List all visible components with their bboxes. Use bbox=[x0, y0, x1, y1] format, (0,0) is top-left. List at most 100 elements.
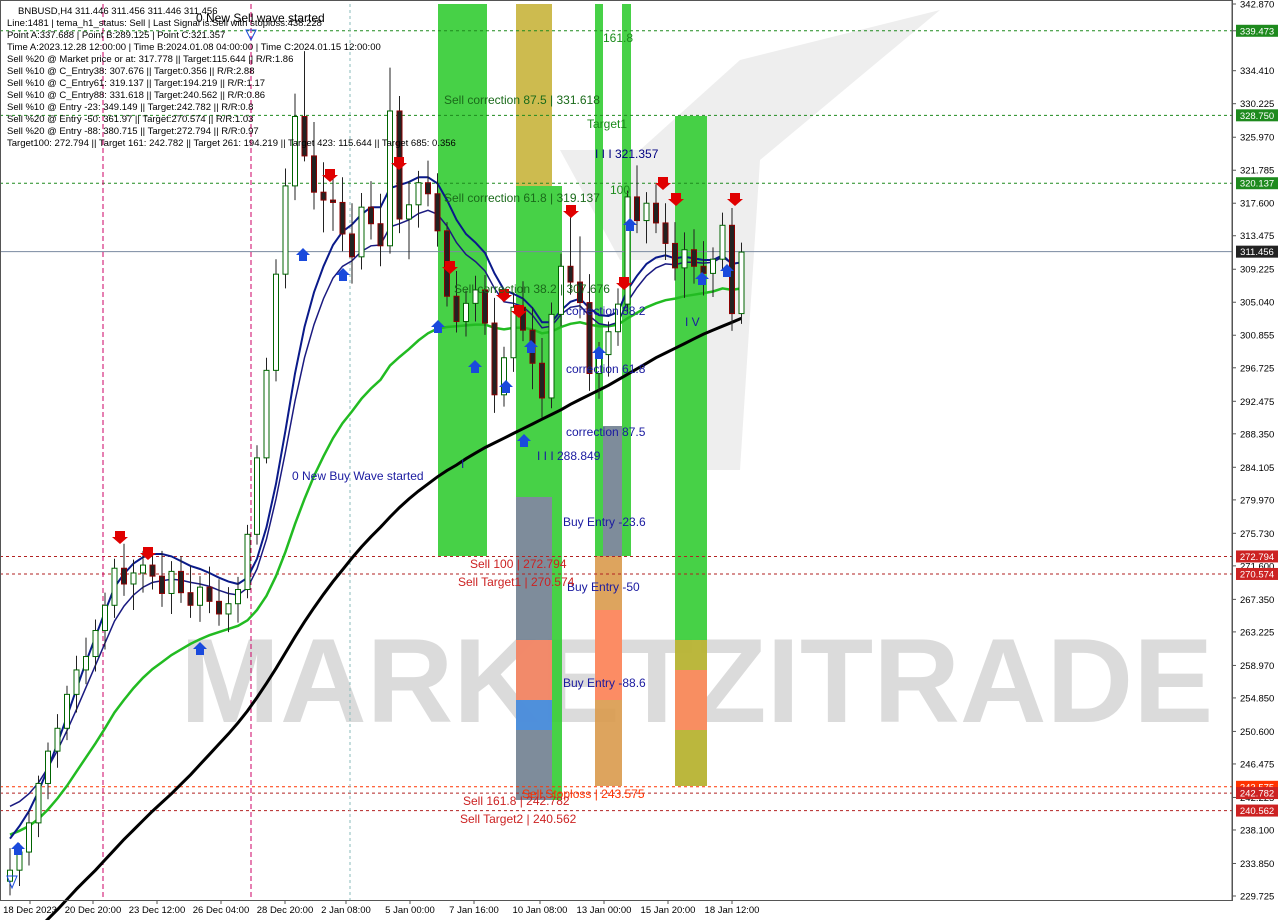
y-tick-label: 254.850 bbox=[1240, 693, 1274, 704]
candle-down bbox=[149, 564, 156, 577]
info-line: Target100: 272.794 || Target 161: 242.78… bbox=[7, 138, 456, 149]
annotation-label: correction 61.8 bbox=[566, 362, 646, 376]
candle-up bbox=[605, 331, 612, 356]
price-tag-label: 272.794 bbox=[1240, 552, 1274, 563]
candle-up bbox=[26, 822, 32, 853]
candle-up bbox=[73, 669, 80, 695]
candle-up bbox=[54, 727, 61, 752]
x-tick-label: 28 Dec 20:00 bbox=[257, 905, 314, 916]
candle-up bbox=[719, 224, 726, 260]
candle-down bbox=[159, 575, 165, 594]
candle-up bbox=[282, 185, 289, 275]
info-line: Line:1481 | tema_h1_status: Sell | Last … bbox=[7, 18, 322, 29]
annotation-label: I bbox=[461, 457, 464, 471]
info-line: Sell %10 @ Entry -23: 349.149 || Target:… bbox=[7, 102, 253, 113]
candle-up bbox=[235, 589, 241, 605]
candle-down bbox=[121, 567, 127, 585]
signal-band bbox=[516, 640, 552, 700]
chart-container: MARKETZITRADE 0 New Sell wave started0 N… bbox=[0, 0, 1280, 920]
info-line: Point A:337.688 | Point B:289.125 | Poin… bbox=[7, 30, 225, 41]
candle-up bbox=[292, 116, 298, 187]
candle-down bbox=[349, 233, 355, 258]
candle-up bbox=[197, 586, 203, 606]
candle-down bbox=[691, 249, 697, 267]
y-tick-label: 321.785 bbox=[1240, 166, 1274, 177]
candle-up bbox=[102, 604, 108, 632]
candle-up bbox=[35, 782, 42, 824]
annotation-label: Buy Entry -50 bbox=[567, 580, 640, 594]
y-tick-label: 309.225 bbox=[1240, 265, 1274, 276]
annotation-label: I V bbox=[685, 315, 700, 329]
candle-down bbox=[311, 155, 317, 193]
candle-down bbox=[634, 196, 640, 222]
candle-up bbox=[140, 564, 146, 574]
x-tick-label: 10 Jan 08:00 bbox=[513, 905, 568, 916]
x-tick-label: 26 Dec 04:00 bbox=[193, 905, 250, 916]
candlestick-chart: MARKETZITRADE 0 New Sell wave started0 N… bbox=[0, 0, 1280, 920]
y-tick-label: 263.225 bbox=[1240, 627, 1274, 638]
candle-down bbox=[539, 362, 545, 399]
x-tick-label: 15 Jan 20:00 bbox=[641, 905, 696, 916]
candle-up bbox=[130, 572, 137, 585]
candle-down bbox=[567, 265, 574, 283]
candle-down bbox=[491, 322, 498, 396]
info-line: Sell %20 @ Entry -88: 380.715 || Target:… bbox=[7, 126, 259, 137]
y-tick-label: 313.475 bbox=[1240, 231, 1274, 242]
annotation-label: Sell correction 61.8 | 319.137 bbox=[444, 191, 600, 205]
y-tick-label: 250.600 bbox=[1240, 727, 1274, 738]
price-tag-label: 328.750 bbox=[1240, 111, 1274, 122]
y-tick-label: 296.725 bbox=[1240, 363, 1274, 374]
candle-up bbox=[548, 313, 555, 399]
candle-down bbox=[330, 199, 336, 203]
annotation-label: Sell Target2 | 240.562 bbox=[460, 812, 577, 826]
candle-up bbox=[244, 533, 251, 591]
annotation-label: correction 38.2 bbox=[566, 304, 646, 318]
annotation-label: Sell Target1 | 270.574 bbox=[458, 575, 575, 589]
y-tick-label: 288.350 bbox=[1240, 429, 1274, 440]
candle-up bbox=[254, 457, 260, 535]
candle-down bbox=[178, 570, 184, 594]
price-tag-label: 242.782 bbox=[1240, 789, 1274, 800]
candle-up bbox=[415, 182, 422, 206]
annotation-label: 0 New Buy Wave started bbox=[292, 469, 424, 483]
candle-up bbox=[463, 302, 469, 322]
annotation-label: 100 bbox=[610, 183, 630, 197]
y-tick-label: 342.870 bbox=[1240, 0, 1274, 11]
price-tag-label: 320.137 bbox=[1240, 179, 1274, 190]
x-tick-label: 20 Dec 20:00 bbox=[65, 905, 122, 916]
info-line: Time A:2023.12.28 12:00:00 | Time B:2024… bbox=[7, 42, 381, 53]
candle-down bbox=[662, 222, 669, 244]
annotation-label: Buy Entry -88.6 bbox=[563, 676, 646, 690]
x-tick-label: 18 Dec 2023 bbox=[3, 905, 57, 916]
signal-band bbox=[675, 670, 707, 730]
candle-down bbox=[216, 600, 222, 615]
candle-up bbox=[45, 750, 51, 784]
candle-down bbox=[339, 201, 346, 235]
info-line: Sell %20 @ Entry -50: 361.97 || Target:2… bbox=[7, 114, 253, 125]
candle-up bbox=[738, 251, 745, 315]
annotation-label: Sell 161.8 | 242.782 bbox=[463, 794, 570, 808]
candle-down bbox=[453, 295, 460, 322]
signal-band bbox=[516, 700, 552, 730]
candle-down bbox=[425, 182, 431, 195]
candle-up bbox=[168, 570, 175, 594]
candle-up bbox=[643, 202, 650, 222]
y-tick-label: 325.970 bbox=[1240, 133, 1274, 144]
candle-down bbox=[320, 191, 327, 201]
x-tick-label: 13 Jan 00:00 bbox=[577, 905, 632, 916]
candle-up bbox=[64, 693, 70, 729]
annotation-label: correction 87.5 bbox=[566, 425, 646, 439]
annotation-label: Buy Entry -23.6 bbox=[563, 515, 646, 529]
candle-up bbox=[92, 630, 99, 658]
y-tick-label: 292.475 bbox=[1240, 397, 1274, 408]
y-tick-label: 305.040 bbox=[1240, 298, 1274, 309]
info-line: Sell %10 @ C_Entry61: 319.137 || Target:… bbox=[7, 78, 265, 89]
candle-up bbox=[225, 603, 232, 615]
candle-down bbox=[653, 202, 659, 224]
annotation-label: I I I 288.849 bbox=[537, 449, 601, 463]
annotation-label: Sell correction 87.5 | 331.618 bbox=[444, 93, 600, 107]
candle-down bbox=[301, 116, 308, 157]
y-tick-label: 300.855 bbox=[1240, 331, 1274, 342]
price-tag-label: 339.473 bbox=[1240, 26, 1274, 37]
annotation-label: Sell correction 38.2 | 307.676 bbox=[454, 282, 610, 296]
